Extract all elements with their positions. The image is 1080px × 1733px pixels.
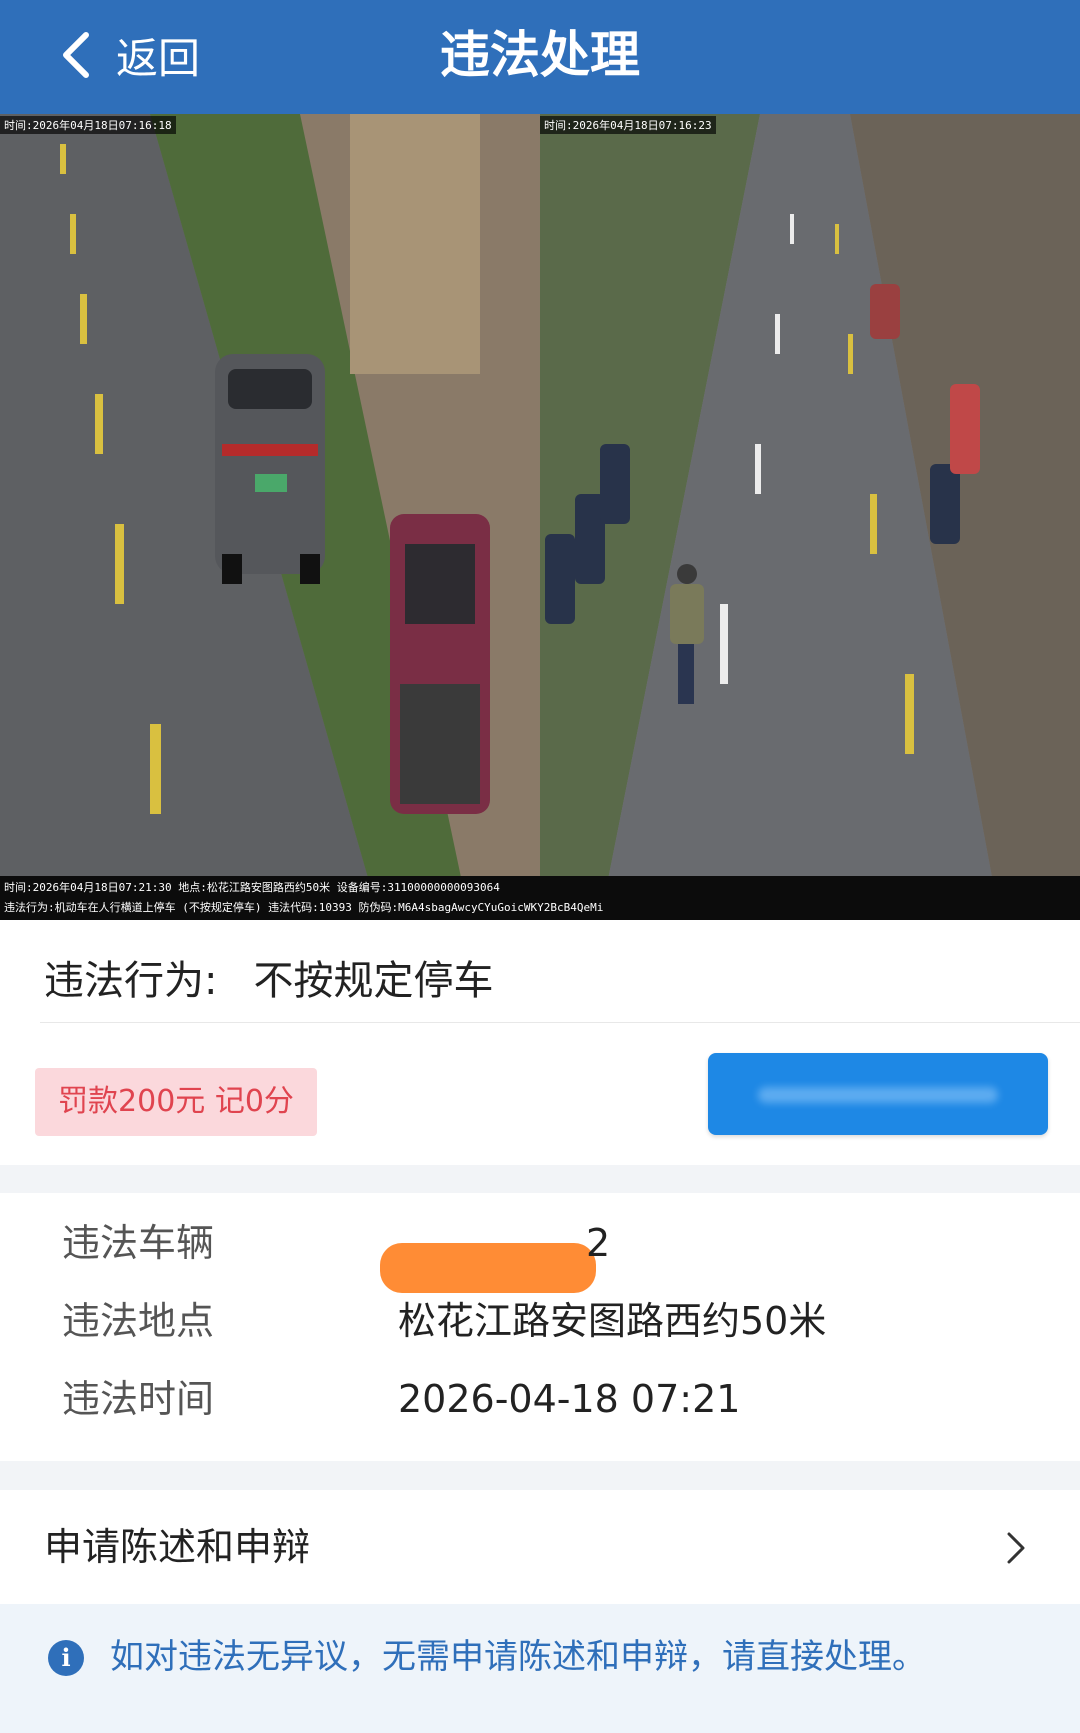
page-title: 违法处理 — [440, 26, 640, 84]
appeal-label: 申请陈述和申辩 — [44, 1525, 311, 1569]
violation-behavior-value: 不按规定停车 — [253, 958, 494, 1004]
photo-caption-line-2: 违法行为:机动车在人行横道上停车 (不按规定停车) 违法代码:10393 防伪码… — [4, 901, 604, 914]
photo-caption: 时间:2026年04月18日07:21:30 地点:松花江路安图路西约50米 设… — [0, 876, 1080, 920]
location-value: 松花江路安图路西约50米 — [398, 1299, 827, 1343]
vehicle-label: 违法车辆 — [62, 1221, 215, 1265]
detail-row-vehicle: 违法车辆 2 — [0, 1213, 1080, 1293]
photo-caption-line-1: 时间:2026年04月18日07:21:30 地点:松花江路安图路西约50米 设… — [4, 881, 500, 894]
top-nav-bar: 返回 违法处理 — [0, 0, 1080, 114]
notice-bar: i 如对违法无异议，无需申请陈述和申辩，请直接处理。 — [0, 1604, 1080, 1733]
chevron-right-icon — [1007, 1532, 1025, 1564]
photo-timestamp-left: 时间:2026年04月18日07:16:18 — [0, 116, 176, 134]
redacted-plate — [380, 1243, 596, 1293]
process-button[interactable] — [708, 1053, 1048, 1135]
detail-row-location: 违法地点 松花江路安图路西约50米 — [0, 1291, 1080, 1351]
divider — [40, 1022, 1080, 1023]
process-button-label-blurred — [758, 1087, 998, 1103]
evidence-photo-carousel[interactable]: 时间:2026年04月18日07:16:18 时间:2026年04月18日07:… — [0, 114, 1080, 920]
location-label: 违法地点 — [62, 1299, 215, 1343]
violation-summary-card: 违法行为: 不按规定停车 罚款200元 记0分 — [0, 920, 1080, 1165]
evidence-photo — [0, 114, 1080, 920]
violation-behavior: 违法行为: 不按规定停车 — [44, 948, 493, 1006]
vehicle-value-tail: 2 — [586, 1221, 611, 1265]
photo-timestamp-right: 时间:2026年04月18日07:16:23 — [540, 116, 716, 134]
violation-detail-page: 返回 违法处理 时间:2026年04月18日07:16:18 时间:2026年0… — [0, 0, 1080, 1733]
fine-badge: 罚款200元 记0分 — [35, 1068, 317, 1136]
time-label: 违法时间 — [62, 1377, 215, 1421]
appeal-entry[interactable]: 申请陈述和申辩 — [0, 1490, 1080, 1604]
info-icon: i — [48, 1640, 84, 1676]
time-value: 2026-04-18 07:21 — [398, 1377, 741, 1421]
detail-row-time: 违法时间 2026-04-18 07:21 — [0, 1369, 1080, 1429]
violation-details-card: 违法车辆 2 违法地点 松花江路安图路西约50米 违法时间 2026-04-18… — [0, 1193, 1080, 1461]
violation-behavior-label: 违法行为: — [44, 958, 218, 1004]
notice-text: 如对违法无异议，无需申请陈述和申辩，请直接处理。 — [110, 1637, 926, 1677]
